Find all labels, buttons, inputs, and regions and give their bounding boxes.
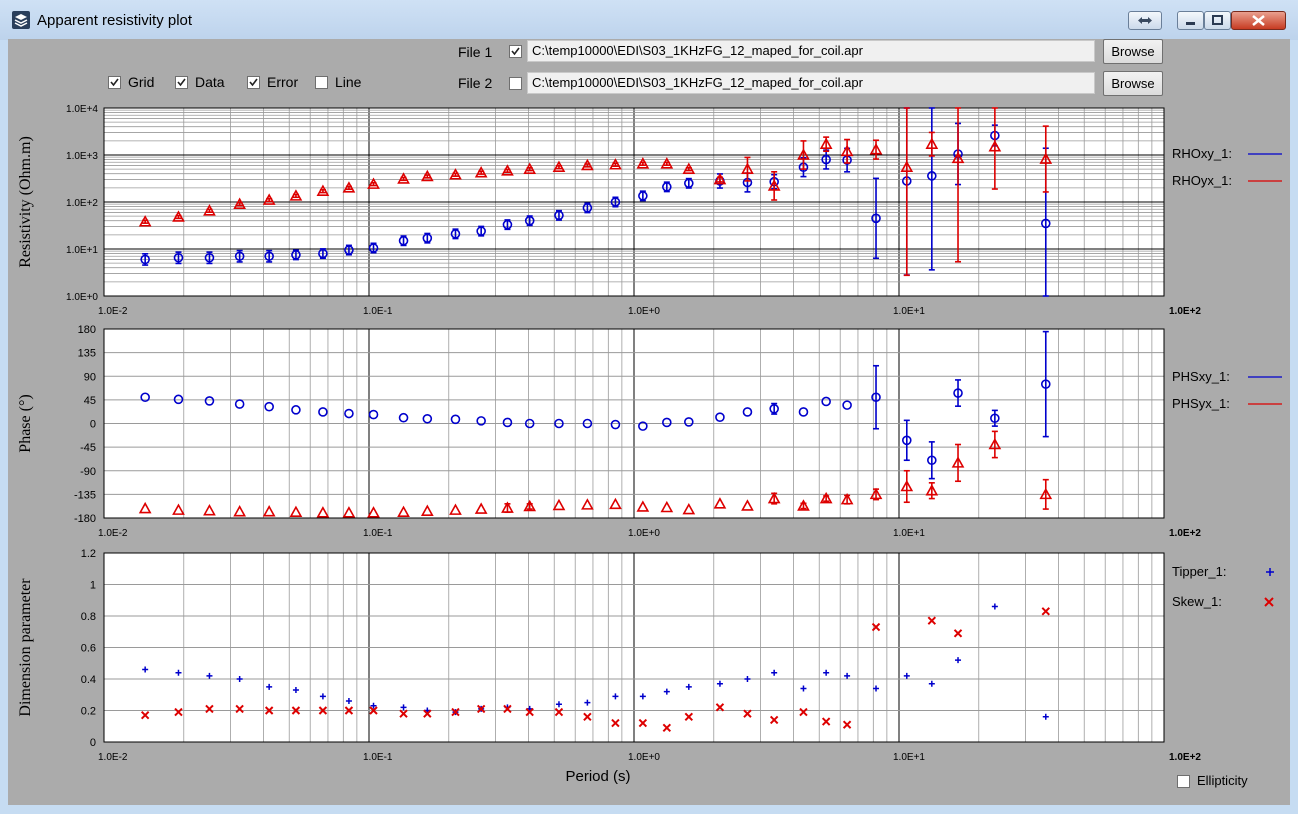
y-tick-label: 1.0E+0	[66, 292, 98, 303]
x-tick-label: 1.0E+1	[893, 306, 925, 317]
x-axis-label: Period (s)	[565, 768, 630, 785]
legend-label: Tipper_1:	[1172, 564, 1226, 579]
close-button[interactable]	[1231, 11, 1286, 30]
x-tick-label: 1.0E-1	[363, 528, 393, 539]
minimize-button[interactable]	[1177, 11, 1204, 30]
title-bar[interactable]: Apparent resistivity plot	[0, 0, 1298, 40]
y-tick-label: 0.4	[81, 674, 96, 686]
legend-swatch	[1266, 568, 1274, 576]
close-icon	[1252, 15, 1265, 26]
maximize-button[interactable]	[1204, 11, 1231, 30]
y-tick-label: 1.0E+1	[66, 245, 98, 256]
x-tick-label: 1.0E+0	[628, 528, 660, 539]
swap-icon	[1138, 17, 1152, 24]
x-tick-label: 1.0E+2	[1169, 528, 1201, 539]
layers-app-icon	[12, 11, 30, 29]
file2-browse-button[interactable]: Browse	[1103, 71, 1163, 96]
ellipticity-checkbox[interactable]	[1177, 775, 1190, 788]
legend-label: RHOxy_1:	[1172, 146, 1232, 161]
y-tick-label: -90	[80, 466, 96, 478]
file1-checkbox[interactable]	[509, 45, 522, 58]
y-tick-label: -45	[80, 442, 96, 454]
swap-button[interactable]	[1128, 11, 1162, 30]
file2-checkbox[interactable]	[509, 77, 522, 90]
error-label: Error	[267, 74, 299, 90]
legend-label: RHOyx_1:	[1172, 173, 1232, 188]
legend-label: PHSyx_1:	[1172, 396, 1230, 411]
y-tick-label: 0.8	[81, 611, 96, 623]
checkmark-icon	[249, 78, 258, 87]
chart-panel-1: 1.0E+01.0E+11.0E+21.0E+31.0E+41.0E-2 1.0E…	[17, 104, 1282, 317]
line-label: Line	[335, 74, 362, 90]
y-tick-label: 135	[78, 348, 96, 360]
grid-label: Grid	[128, 74, 155, 90]
y-tick-label: 90	[84, 371, 96, 383]
grid-checkbox[interactable]	[108, 76, 121, 89]
x-tick-label: 1.0E-1	[363, 752, 393, 763]
y-tick-label: -135	[74, 489, 96, 501]
y-axis-label: Phase (°)	[17, 394, 34, 452]
y-tick-label: 1	[90, 580, 96, 592]
line-checkbox[interactable]	[315, 76, 328, 89]
legend-label: Skew_1:	[1172, 594, 1222, 609]
y-tick-label: 0	[90, 419, 96, 431]
y-tick-label: 1.0E+4	[66, 104, 98, 115]
error-checkbox[interactable]	[247, 76, 260, 89]
checkmark-icon	[110, 78, 119, 87]
x-tick-label: 1.0E-2	[98, 306, 128, 317]
x-tick-label: 1.0E+0	[628, 752, 660, 763]
file1-path-input[interactable]: C:\temp10000\EDI\S03_1KHzFG_12_maped_for…	[527, 40, 1095, 62]
file1-label: File 1	[458, 44, 493, 60]
x-tick-label: 1.0E+2	[1169, 306, 1201, 317]
ellipticity-label: Ellipticity	[1197, 773, 1248, 788]
y-tick-label: 0.6	[81, 643, 96, 655]
y-tick-label: 1.0E+2	[66, 198, 98, 209]
file2-path-input[interactable]: C:\temp10000\EDI\S03_1KHzFG_12_maped_for…	[527, 72, 1095, 94]
data-checkbox[interactable]	[175, 76, 188, 89]
window-title: Apparent resistivity plot	[37, 12, 193, 29]
y-tick-label: -180	[74, 513, 96, 525]
y-axis-label: Resistivity (Ohm.m)	[17, 136, 34, 268]
x-tick-label: 1.0E-2	[98, 528, 128, 539]
x-tick-label: 1.0E+1	[893, 528, 925, 539]
x-tick-label: 1.0E-1	[363, 306, 393, 317]
minimize-icon	[1186, 22, 1195, 25]
x-tick-label: 1.0E+2	[1169, 752, 1201, 763]
checkmark-icon	[177, 78, 186, 87]
y-tick-label: 45	[84, 395, 96, 407]
y-tick-label: 0.2	[81, 706, 96, 718]
x-tick-label: 1.0E+0	[628, 306, 660, 317]
y-tick-label: 180	[78, 324, 96, 336]
chart-panel-3: 1.2 1 0.8 0.6 0.4 0.2 01.0E-2 1.0E-1 1.0E+0 1.0E+…	[17, 548, 1274, 785]
legend-label: PHSxy_1:	[1172, 369, 1230, 384]
x-tick-label: 1.0E-2	[98, 752, 128, 763]
checkmark-icon	[511, 47, 520, 56]
chart-panel-2: 180 135 90 45 0 -45 -90 -135 -1801.0E-2 1.0E-1 1.0…	[17, 324, 1282, 539]
y-tick-label: 1.0E+3	[66, 151, 98, 162]
legend-swatch	[1264, 597, 1274, 607]
file1-browse-button[interactable]: Browse	[1103, 39, 1163, 64]
plots-canvas: 1.0E+01.0E+11.0E+21.0E+31.0E+41.0E-2 1.0E…	[17, 104, 1282, 785]
y-tick-label: 1.2	[81, 548, 96, 560]
app-window: Apparent resistivity plot 1.0E+0 1.0E+1 1.…	[0, 0, 1298, 814]
y-axis-label: Dimension parameter	[17, 578, 34, 717]
maximize-icon	[1212, 15, 1223, 25]
x-tick-label: 1.0E+1	[893, 752, 925, 763]
file2-label: File 2	[458, 75, 493, 91]
data-label: Data	[195, 74, 225, 90]
y-tick-label: 0	[90, 737, 96, 749]
plot-window-content: 1.0E+0 1.0E+1 1.0E+2 1.0E+3 1.0E+4 1.0E-2 1.0E…	[8, 39, 1290, 805]
